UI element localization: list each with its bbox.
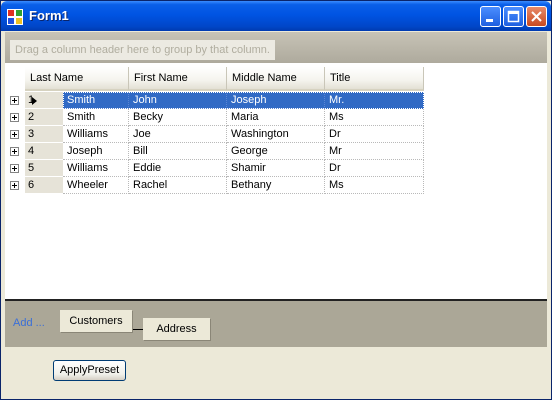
preset-panel: Add ... Customers Address (5, 299, 547, 347)
group-by-hint: Drag a column header here to group by th… (10, 40, 275, 60)
row-number[interactable]: 6 (25, 177, 63, 194)
grid-header-row: Last Name First Name Middle Name Title (5, 67, 424, 92)
table-row[interactable]: 2 Smith Becky Maria Ms (5, 109, 424, 126)
table-row[interactable]: 4 Joseph Bill George Mr (5, 143, 424, 160)
maximize-button[interactable] (503, 6, 524, 27)
title-bar[interactable]: Form1 (1, 1, 551, 31)
column-header-last-name[interactable]: Last Name (25, 67, 129, 91)
cell-title[interactable]: Ms (325, 109, 424, 126)
cell-middle-name[interactable]: Washington (227, 126, 325, 143)
cell-last-name[interactable]: Wheeler (63, 177, 129, 194)
tab-customers[interactable]: Customers (60, 310, 132, 332)
current-row-arrow-icon (32, 97, 37, 105)
cell-last-name[interactable]: Smith (63, 92, 129, 109)
cell-middle-name[interactable]: Maria (227, 109, 325, 126)
table-row[interactable]: 6 Wheeler Rachel Bethany Ms (5, 177, 424, 194)
column-header-middle-name[interactable]: Middle Name (227, 67, 325, 91)
close-icon (531, 11, 542, 22)
cell-last-name[interactable]: Williams (63, 126, 129, 143)
expand-row-icon[interactable] (10, 164, 19, 173)
tab-address[interactable]: Address (143, 318, 210, 340)
cell-first-name[interactable]: Becky (129, 109, 227, 126)
expand-row-icon[interactable] (10, 113, 19, 122)
close-button[interactable] (526, 6, 547, 27)
cell-middle-name[interactable]: Joseph (227, 92, 325, 109)
cell-title[interactable]: Mr. (325, 92, 424, 109)
cell-first-name[interactable]: Eddie (129, 160, 227, 177)
cell-middle-name[interactable]: Shamir (227, 160, 325, 177)
cell-last-name[interactable]: Smith (63, 109, 129, 126)
cell-last-name[interactable]: Williams (63, 160, 129, 177)
cell-first-name[interactable]: Bill (129, 143, 227, 160)
footer-area: ApplyPreset (1, 347, 551, 399)
app-icon (7, 9, 23, 25)
group-by-panel[interactable]: Drag a column header here to group by th… (5, 32, 547, 63)
cell-first-name[interactable]: Joe (129, 126, 227, 143)
expand-row-icon[interactable] (10, 130, 19, 139)
minimize-icon (486, 19, 493, 22)
grid-area: Last Name First Name Middle Name Title 1… (5, 63, 547, 299)
expand-row-icon[interactable] (10, 96, 19, 105)
cell-middle-name[interactable]: George (227, 143, 325, 160)
cell-middle-name[interactable]: Bethany (227, 177, 325, 194)
table-row[interactable]: 1 Smith John Joseph Mr. (5, 92, 424, 109)
window-title: Form1 (29, 8, 69, 23)
expand-row-icon[interactable] (10, 181, 19, 190)
cell-first-name[interactable]: Rachel (129, 177, 227, 194)
row-number[interactable]: 4 (25, 143, 63, 160)
cell-title[interactable]: Dr (325, 126, 424, 143)
cell-first-name[interactable]: John (129, 92, 227, 109)
expand-row-icon[interactable] (10, 147, 19, 156)
table-row[interactable]: 5 Williams Eddie Shamir Dr (5, 160, 424, 177)
cell-title[interactable]: Ms (325, 177, 424, 194)
row-number[interactable]: 1 (25, 92, 63, 109)
form-window: Form1 Drag a column header here to group… (0, 0, 552, 400)
row-number[interactable]: 3 (25, 126, 63, 143)
column-header-first-name[interactable]: First Name (129, 67, 227, 91)
minimize-button[interactable] (480, 6, 501, 27)
maximize-icon (507, 10, 520, 23)
cell-title[interactable]: Mr (325, 143, 424, 160)
apply-preset-button[interactable]: ApplyPreset (53, 360, 126, 381)
row-number[interactable]: 2 (25, 109, 63, 126)
table-row[interactable]: 3 Williams Joe Washington Dr (5, 126, 424, 143)
column-header-title[interactable]: Title (325, 67, 424, 91)
add-link[interactable]: Add ... (13, 317, 45, 329)
cell-last-name[interactable]: Joseph (63, 143, 129, 160)
cell-title[interactable]: Dr (325, 160, 424, 177)
row-number[interactable]: 5 (25, 160, 63, 177)
